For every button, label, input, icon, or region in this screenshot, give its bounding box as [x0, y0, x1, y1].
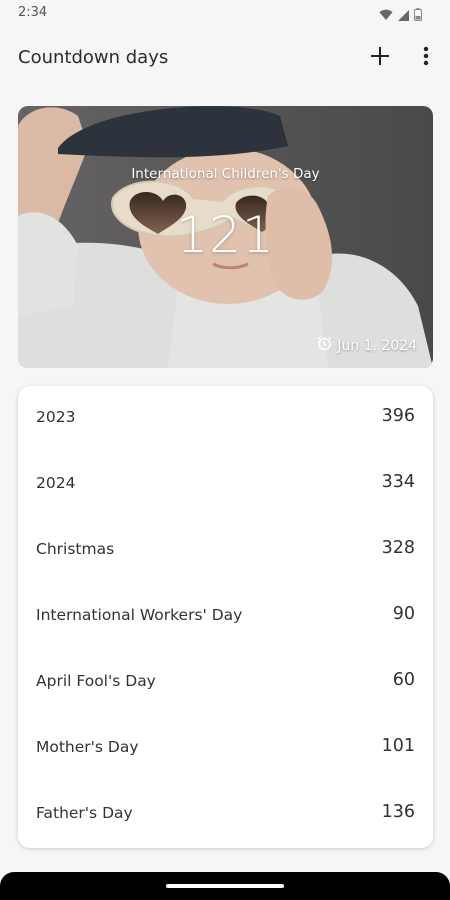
- event-name: Mother's Day: [36, 738, 139, 756]
- featured-date: Jun 1, 2024: [317, 336, 417, 355]
- app-bar: Countdown days: [0, 36, 450, 80]
- alarm-clock-icon: [317, 336, 332, 355]
- event-name: Christmas: [36, 540, 115, 558]
- list-item[interactable]: Christmas 328: [18, 518, 433, 584]
- featured-date-text: Jun 1, 2024: [337, 337, 417, 354]
- event-days: 101: [381, 736, 415, 756]
- event-name: 2024: [36, 474, 76, 492]
- event-days: 60: [392, 670, 415, 690]
- event-name: Father's Day: [36, 804, 133, 822]
- add-button[interactable]: [366, 44, 394, 72]
- status-time: 2:34: [18, 5, 48, 20]
- event-days: 396: [381, 406, 415, 426]
- featured-countdown-card[interactable]: International Children's Day 121 Jun 1, …: [18, 106, 433, 368]
- list-item[interactable]: Father's Day 136: [18, 782, 433, 848]
- status-bar: 2:34: [0, 0, 450, 28]
- event-days: 136: [381, 802, 415, 822]
- event-days: 334: [381, 472, 415, 492]
- event-list: 2023 396 2024 334 Christmas 328 Internat…: [18, 386, 433, 848]
- event-name: International Workers' Day: [36, 606, 243, 624]
- cellular-signal-icon: [398, 6, 409, 25]
- featured-days-count: 121: [176, 206, 275, 264]
- page-title: Countdown days: [18, 47, 169, 68]
- featured-event-name: International Children's Day: [131, 166, 320, 182]
- event-name: April Fool's Day: [36, 672, 156, 690]
- battery-icon: [414, 6, 422, 25]
- event-days: 90: [392, 604, 415, 624]
- more-vertical-icon: [423, 46, 429, 70]
- event-name: 2023: [36, 408, 76, 426]
- event-days: 328: [381, 538, 415, 558]
- more-options-button[interactable]: [414, 44, 438, 72]
- list-item[interactable]: April Fool's Day 60: [18, 650, 433, 716]
- list-item[interactable]: International Workers' Day 90: [18, 584, 433, 650]
- list-item[interactable]: 2023 396: [18, 386, 433, 452]
- wifi-icon: [379, 6, 393, 25]
- navigation-bar: [0, 872, 450, 900]
- add-icon: [371, 47, 389, 69]
- home-gesture-handle[interactable]: [166, 884, 284, 888]
- list-item[interactable]: 2024 334: [18, 452, 433, 518]
- list-item[interactable]: Mother's Day 101: [18, 716, 433, 782]
- app-screen: 2:34 Countdown days International Childr…: [0, 0, 450, 900]
- status-icons: [379, 6, 422, 25]
